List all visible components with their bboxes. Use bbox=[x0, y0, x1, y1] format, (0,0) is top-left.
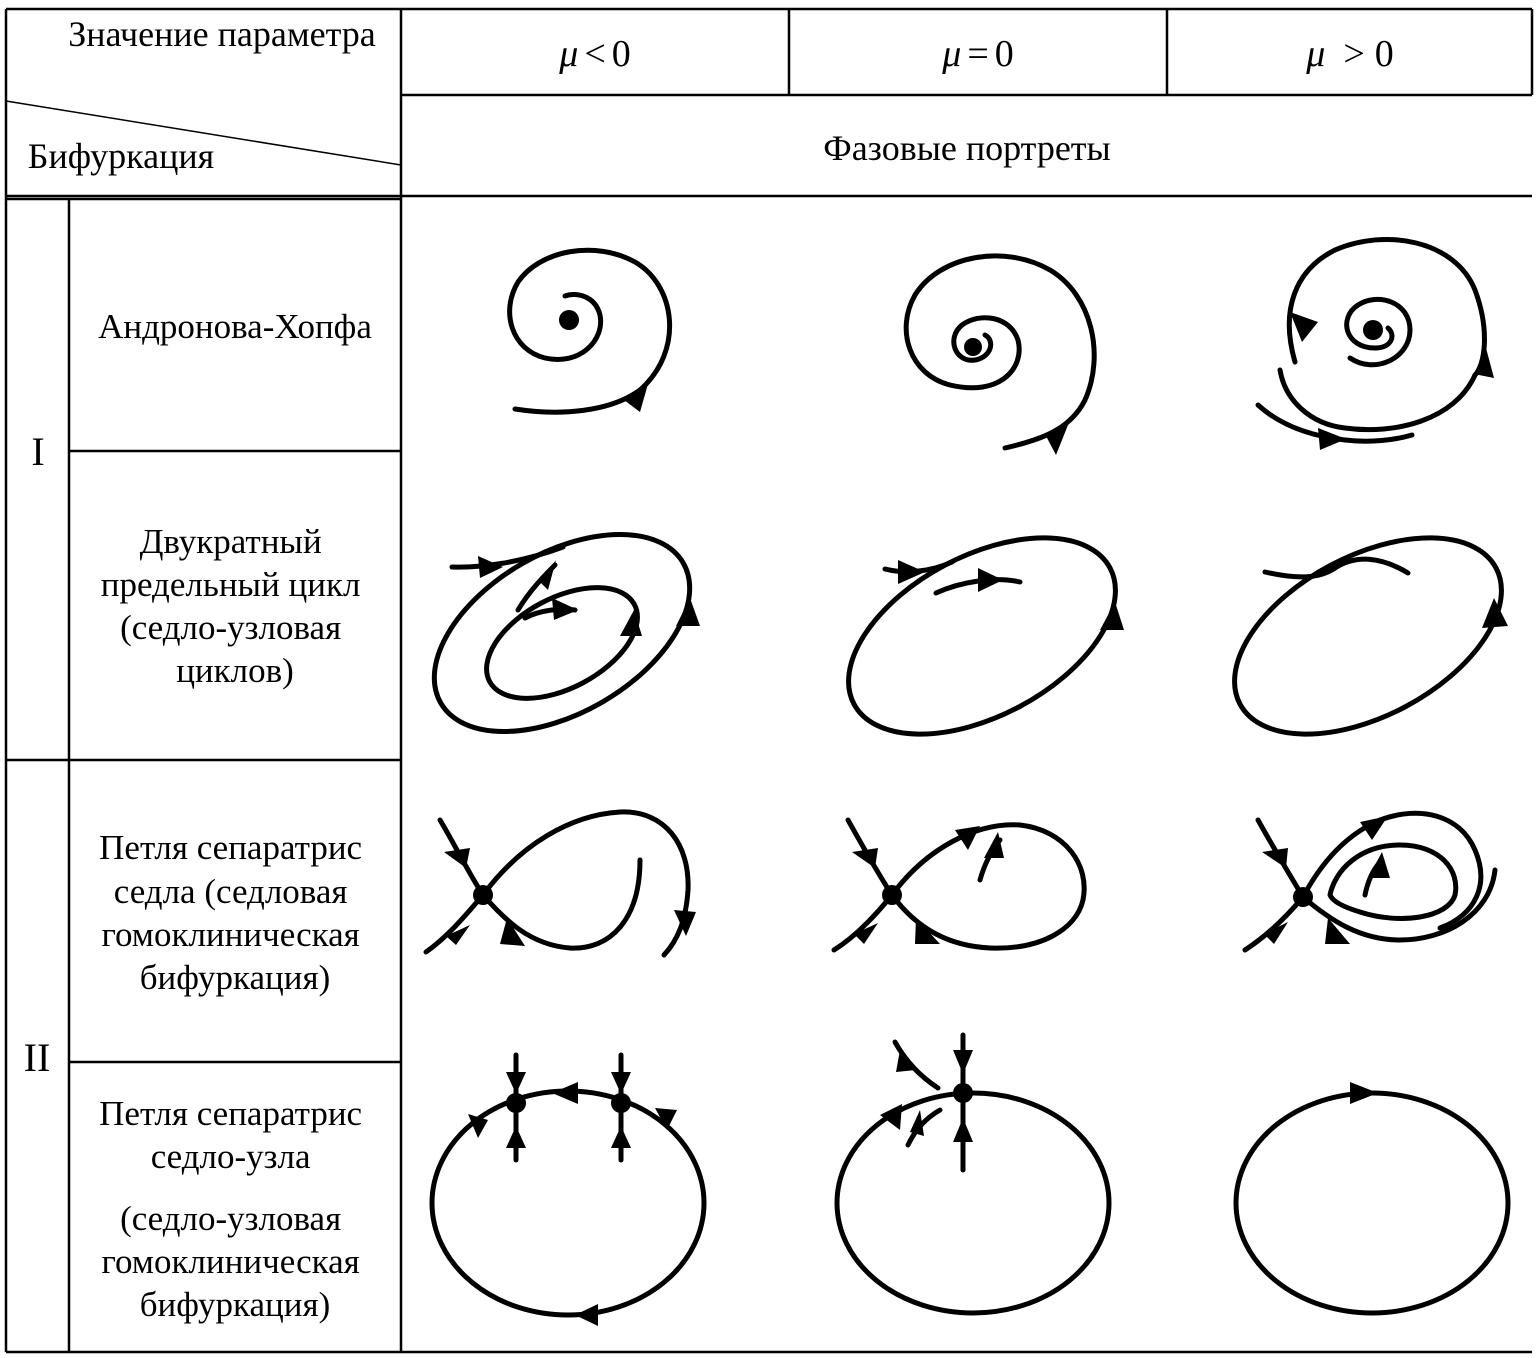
portrait-hopf-mu-negative bbox=[507, 247, 673, 415]
mu-symbol: μ bbox=[1305, 33, 1325, 75]
row-label-saddle-loop: Петля сепаратрис седла (седловая гомокли… bbox=[99, 828, 371, 997]
portrait-saddle-node-loop-mu-positive bbox=[1233, 1082, 1511, 1316]
row-label-saddle-node-loop: Петля сепаратрис седло-узла (седло-узлов… bbox=[99, 1094, 371, 1324]
row-label-line: седло-узла bbox=[151, 1137, 311, 1176]
row-label-line: седла (седловая bbox=[114, 872, 348, 911]
portrait-hopf-mu-positive bbox=[1255, 237, 1494, 450]
row-label-line: гомоклиническая bbox=[101, 915, 359, 954]
mu-operator: = bbox=[967, 33, 988, 75]
mu-value: 0 bbox=[1375, 33, 1394, 75]
row-label-line: (седло-узловая bbox=[120, 608, 341, 647]
portrait-hopf-mu-zero bbox=[903, 253, 1097, 455]
mu-value: 0 bbox=[995, 33, 1014, 75]
row-label-line: гомоклиническая bbox=[101, 1242, 359, 1281]
group-label-1: I bbox=[31, 429, 44, 474]
row-label-line: предельный цикл bbox=[101, 565, 361, 604]
row-label-line: Петля сепаратрис bbox=[99, 1094, 362, 1133]
portrait-saddle-loop-mu-positive bbox=[1242, 810, 1498, 953]
row-label-double-limit-cycle: Двукратный предельный цикл (седло-узлова… bbox=[101, 522, 369, 690]
column-mu-negative: μ <0 bbox=[558, 33, 631, 75]
mu-operator: < bbox=[584, 33, 605, 75]
portrait-saddle-node-loop-mu-negative bbox=[429, 1052, 707, 1326]
portrait-double-cycle-mu-negative bbox=[431, 532, 700, 734]
mu-symbol: μ bbox=[558, 33, 578, 75]
row-label-line: бифуркация) bbox=[140, 958, 331, 997]
phase-portraits-label: Фазовые портреты bbox=[823, 128, 1110, 168]
mu-operator: > bbox=[1343, 33, 1364, 75]
bifurcation-label: Бифуркация bbox=[28, 136, 214, 176]
portrait-double-cycle-mu-zero bbox=[846, 535, 1124, 737]
parameter-value-label: Значение параметра bbox=[68, 14, 376, 54]
portrait-saddle-node-loop-mu-zero bbox=[834, 1032, 1112, 1316]
row-label-line: Петля сепаратрис bbox=[99, 828, 362, 867]
row-label-line: циклов) bbox=[176, 651, 294, 690]
mu-symbol: μ bbox=[941, 33, 961, 75]
column-mu-zero: μ = 0 bbox=[941, 33, 1014, 75]
row-label-line: Двукратный bbox=[140, 522, 322, 561]
mu-value: 0 bbox=[612, 33, 631, 75]
column-mu-positive: μ >0 bbox=[1305, 33, 1394, 75]
row-label-line: (седло-узловая bbox=[120, 1199, 341, 1238]
group-label-2: II bbox=[24, 1035, 51, 1080]
portrait-saddle-loop-mu-negative bbox=[423, 809, 696, 958]
bifurcation-table: Значение параметра Бифуркация Фазовые по… bbox=[4, 7, 1534, 1354]
portrait-saddle-loop-mu-zero bbox=[831, 817, 1087, 953]
row-label-line: Андронова-Хопфа bbox=[98, 307, 372, 346]
portrait-double-cycle-mu-positive bbox=[1232, 535, 1508, 737]
row-label-line: бифуркация) bbox=[140, 1285, 331, 1324]
row-label-andronov-hopf: Андронова-Хопфа bbox=[98, 307, 372, 346]
